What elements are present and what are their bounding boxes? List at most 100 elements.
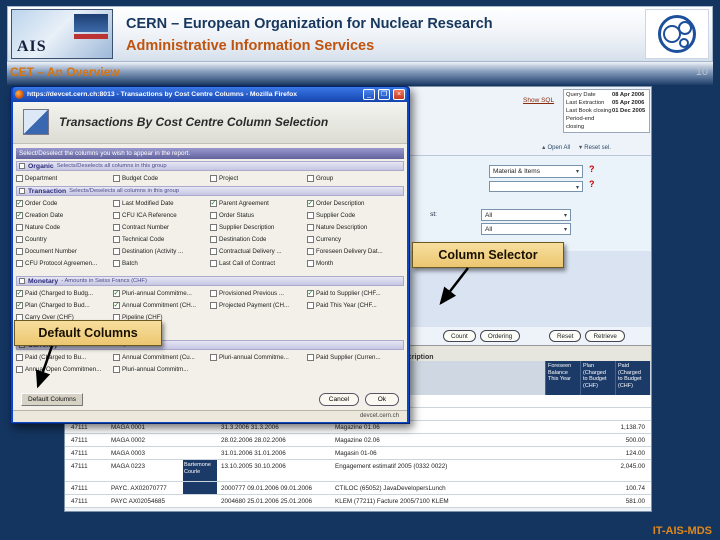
checkbox-icon[interactable] [307, 301, 314, 309]
column-option[interactable]: Pluri-annual Commitm... [113, 363, 210, 375]
checkbox-icon[interactable] [16, 353, 23, 361]
column-option[interactable]: Pluri-annual Commitme... [113, 287, 210, 299]
report-button[interactable]: Retrieve [585, 330, 625, 342]
group-select-all-checkbox[interactable] [19, 278, 25, 284]
column-option[interactable]: Provisioned Previous ... [210, 287, 307, 299]
help-icon[interactable]: ? [589, 179, 595, 189]
checkbox-icon[interactable] [307, 247, 314, 255]
checkbox-icon[interactable] [113, 259, 120, 267]
checkbox-icon[interactable] [16, 289, 23, 297]
checkbox-icon[interactable] [113, 199, 120, 207]
column-option[interactable]: Contractual Delivery ... [210, 245, 307, 257]
column-option[interactable]: Annual Commitment (Cu... [113, 351, 210, 363]
column-option[interactable]: Technical Code [113, 233, 210, 245]
checkbox-icon[interactable] [307, 211, 314, 219]
column-option[interactable]: Paid This Year (CHF... [307, 299, 404, 311]
filter-select-2[interactable]: All [481, 223, 571, 235]
reset-selection-link[interactable]: Reset sel. [584, 145, 611, 151]
column-option[interactable]: Country [16, 233, 113, 245]
checkbox-icon[interactable] [210, 235, 217, 243]
column-option[interactable]: Document Number [16, 245, 113, 257]
show-sql-link[interactable]: Show SQL [523, 97, 554, 104]
checkbox-icon[interactable] [113, 289, 120, 297]
column-option[interactable]: Annual Commitment (CH... [113, 299, 210, 311]
checkbox-icon[interactable] [307, 199, 314, 207]
checkbox-icon[interactable] [16, 211, 23, 219]
column-option[interactable]: Paid to Supplier (CHF... [307, 287, 404, 299]
report-button[interactable]: Reset [549, 330, 582, 342]
checkbox-icon[interactable] [307, 289, 314, 297]
column-option[interactable]: Group [307, 172, 404, 184]
column-option[interactable]: Paid Supplier (Curren... [307, 351, 404, 363]
checkbox-icon[interactable] [210, 353, 217, 361]
column-option[interactable]: Contract Number [113, 221, 210, 233]
checkbox-icon[interactable] [210, 259, 217, 267]
checkbox-icon[interactable] [210, 289, 217, 297]
checkbox-icon[interactable] [113, 353, 120, 361]
checkbox-icon[interactable] [113, 211, 120, 219]
minimize-button[interactable]: _ [363, 89, 375, 100]
checkbox-icon[interactable] [307, 259, 314, 267]
checkbox-icon[interactable] [16, 247, 23, 255]
column-option[interactable]: Order Code [16, 197, 113, 209]
checkbox-icon[interactable] [210, 247, 217, 255]
column-option[interactable]: Destination (Activity ... [113, 245, 210, 257]
checkbox-icon[interactable] [307, 174, 314, 182]
help-icon[interactable]: ? [589, 164, 595, 174]
report-button[interactable]: Count [443, 330, 476, 342]
column-option[interactable]: Order Status [210, 209, 307, 221]
column-option[interactable]: Supplier Code [307, 209, 404, 221]
criteria-field[interactable] [489, 181, 583, 192]
column-option[interactable]: Project [210, 172, 307, 184]
checkbox-icon[interactable] [113, 174, 120, 182]
filter-select-1[interactable]: All [481, 209, 571, 221]
report-button[interactable]: Ordering [479, 330, 521, 342]
column-option[interactable]: Annual Open Commitmen... [16, 363, 113, 375]
group-select-all-checkbox[interactable] [19, 188, 25, 194]
checkbox-icon[interactable] [210, 301, 217, 309]
checkbox-icon[interactable] [16, 174, 23, 182]
column-option[interactable]: Projected Payment (CH... [210, 299, 307, 311]
checkbox-icon[interactable] [307, 235, 314, 243]
column-option[interactable]: CFU Protocol Agreemen... [16, 257, 113, 269]
column-option[interactable]: Month [307, 257, 404, 269]
column-option[interactable]: Department [16, 172, 113, 184]
checkbox-icon[interactable] [16, 199, 23, 207]
column-option[interactable]: Pluri-annual Commitme... [210, 351, 307, 363]
checkbox-icon[interactable] [16, 223, 23, 231]
column-option[interactable]: Foreseen Delivery Dat... [307, 245, 404, 257]
checkbox-icon[interactable] [113, 247, 120, 255]
checkbox-icon[interactable] [113, 301, 120, 309]
checkbox-icon[interactable] [113, 223, 120, 231]
column-option[interactable]: Creation Date [16, 209, 113, 221]
checkbox-icon[interactable] [210, 174, 217, 182]
column-option[interactable]: Currency [307, 233, 404, 245]
column-option[interactable]: Plan (Charged to Bud... [16, 299, 113, 311]
column-option[interactable]: CFU ICA Reference [113, 209, 210, 221]
column-option[interactable]: Last Modified Date [113, 197, 210, 209]
checkbox-icon[interactable] [16, 235, 23, 243]
material-select[interactable]: Material & Items [489, 165, 583, 178]
column-option[interactable]: Nature Code [16, 221, 113, 233]
checkbox-icon[interactable] [307, 223, 314, 231]
maximize-button[interactable]: ❐ [378, 89, 390, 100]
column-option[interactable]: Nature Description [307, 221, 404, 233]
column-option[interactable]: Paid (Charged to Budg... [16, 287, 113, 299]
checkbox-icon[interactable] [307, 353, 314, 361]
column-option[interactable]: Paid (Charged to Bu... [16, 351, 113, 363]
checkbox-icon[interactable] [113, 365, 120, 373]
column-option[interactable]: Order Description [307, 197, 404, 209]
column-option[interactable]: Budget Code [113, 172, 210, 184]
checkbox-icon[interactable] [16, 301, 23, 309]
checkbox-icon[interactable] [210, 223, 217, 231]
group-select-all-checkbox[interactable] [19, 163, 25, 169]
column-option[interactable]: Last Call of Contract [210, 257, 307, 269]
window-titlebar[interactable]: https://devcet.cern.ch:8013 - Transactio… [13, 87, 407, 102]
checkbox-icon[interactable] [210, 211, 217, 219]
close-button[interactable]: × [393, 89, 405, 100]
checkbox-icon[interactable] [16, 365, 23, 373]
column-option[interactable]: Destination Code [210, 233, 307, 245]
column-option[interactable]: Parent Agreement [210, 197, 307, 209]
checkbox-icon[interactable] [113, 235, 120, 243]
ok-button[interactable]: Ok [364, 393, 399, 406]
